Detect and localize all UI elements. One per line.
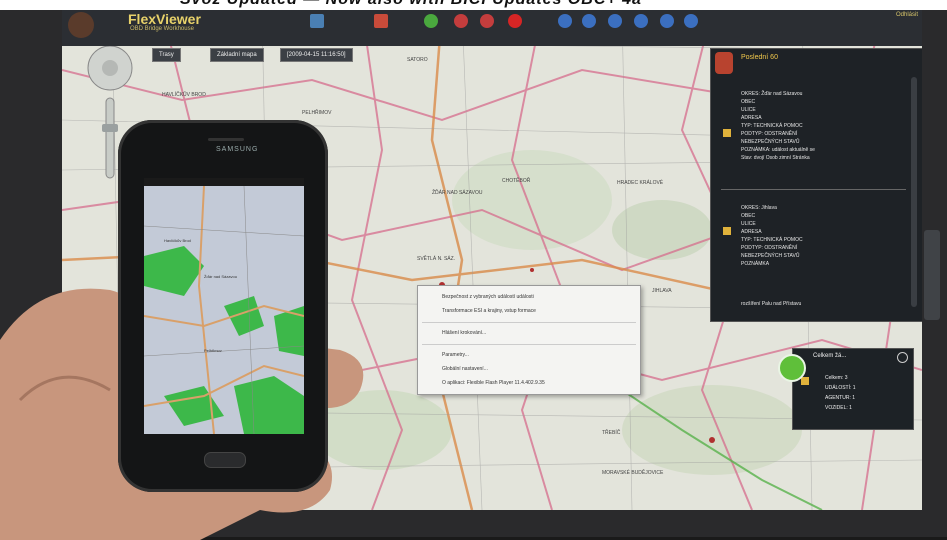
- map-label: SATORO: [407, 57, 428, 63]
- app-subtitle: OBD Bridge Workhouse: [130, 26, 194, 32]
- panel-title: Poslední 60: [741, 54, 778, 61]
- phone-map-label: Pelhřimov: [204, 348, 222, 353]
- download-icon[interactable]: [582, 14, 596, 28]
- settings-icon[interactable]: [608, 14, 622, 28]
- incident-line: POZNÁMKA: [741, 261, 770, 267]
- context-menu-item[interactable]: Hlášení krokování...: [442, 330, 486, 336]
- incident-line: OKRES: Jihlava: [741, 205, 777, 211]
- info-icon[interactable]: [558, 14, 572, 28]
- summary-line: UDÁLOSTÍ: 1: [825, 385, 856, 391]
- phone-map-label: Žďár nad Sázavou: [204, 274, 237, 279]
- menu-separator: [422, 322, 636, 323]
- map-label: SVĚTLÁ N. SÁZ.: [417, 256, 456, 262]
- context-menu-item[interactable]: O aplikaci: Flexible Flash Player 11.4.4…: [442, 380, 545, 386]
- logout-link[interactable]: Odhlásit: [896, 12, 918, 18]
- map-label: CHOTĚBOŘ: [502, 178, 531, 184]
- panel-scrollbar[interactable]: [911, 77, 917, 307]
- incident-line: NEBEZPEČNÝCH STAVŮ: [741, 253, 800, 259]
- incident-marker-icon: [723, 227, 731, 235]
- map-label: JIHLAVA: [652, 288, 672, 294]
- phone-screen: Žďár nad Sázavou Havlíčkův Brod Pelhřimo…: [144, 178, 304, 434]
- panel-footer: rozšíření Palu nad Přístavu: [741, 301, 802, 307]
- incident-line: OBEC: [741, 99, 756, 105]
- incident-line: POZNÁMKA: událost aktuálně se: [741, 147, 815, 153]
- phone-map: [144, 186, 304, 434]
- map-label: TŘEBÍČ: [602, 430, 621, 436]
- app-title: FlexViewer: [128, 11, 201, 27]
- incident-line: Stav: dvojí Osob zimní Stránka: [741, 155, 810, 161]
- flag-icon[interactable]: [480, 14, 494, 28]
- summary-box: Celkem žá... Celkem: 3 UDÁLOSTÍ: 1 AGENT…: [792, 348, 914, 430]
- incident-line: TYP: TECHNICKÁ POMOC: [741, 237, 803, 243]
- context-menu-item[interactable]: Transformace ESI a krajiny, vstup formac…: [442, 308, 536, 314]
- top-toolbar: FlexViewer OBD Bridge Workhouse Odhlásit: [62, 10, 922, 46]
- phone-map-label: Havlíčkův Brod: [164, 238, 191, 243]
- expand-icon[interactable]: [684, 14, 698, 28]
- green-status-icon: [778, 354, 806, 382]
- incident-line: ADRESA: [741, 229, 762, 235]
- phone: SAMSUNG Žďár nad Sázavou Havlíčkův Brod …: [118, 120, 328, 492]
- close-icon[interactable]: [634, 14, 648, 28]
- incident-line: PODTYP: ODSTRANĚNÍ: [741, 245, 798, 251]
- help-icon[interactable]: [660, 14, 674, 28]
- side-scroll[interactable]: [924, 230, 940, 320]
- phone-status-bar: [144, 178, 304, 186]
- map-label: HAVLÍČKŮV BROD: [162, 92, 206, 98]
- incident-line: OBEC: [741, 213, 756, 219]
- map-label: PELHŘIMOV: [302, 110, 332, 116]
- incident-line: ULICE: [741, 221, 756, 227]
- close-icon[interactable]: [897, 352, 908, 363]
- incident-line: PODTYP: ODSTRANĚNÍ: [741, 131, 798, 137]
- caption-text: Svoz Updated — Now also with BICI Update…: [180, 0, 642, 9]
- monitor-icon[interactable]: [310, 14, 324, 28]
- phone-home-button[interactable]: [204, 452, 246, 468]
- panel-divider: [721, 189, 906, 190]
- context-menu: Bezpečnost z vybraných událostí události…: [417, 285, 641, 395]
- context-menu-item[interactable]: Bezpečnost z vybraných událostí události: [442, 294, 534, 300]
- phone-brand: SAMSUNG: [216, 146, 259, 153]
- pin-icon[interactable]: [454, 14, 468, 28]
- firefighter-icon: [715, 52, 733, 74]
- map-label: ŽĎÁR NAD SÁZAVOU: [432, 190, 483, 196]
- app-logo: [68, 12, 94, 38]
- incident-panel: Poslední 60 OKRES: Žďár nad Sázavou OBEC…: [710, 48, 922, 322]
- context-menu-item[interactable]: Parametry...: [442, 352, 469, 358]
- stop-icon[interactable]: [508, 14, 522, 28]
- phone-speaker: [208, 138, 244, 141]
- map-label: HRADEC KRÁLOVÉ: [617, 180, 664, 186]
- summary-line: VOZIDEL: 1: [825, 405, 852, 411]
- map-label: MORAVSKÉ BUDĚJOVICE: [602, 470, 664, 476]
- context-menu-item[interactable]: Globální nastavení...: [442, 366, 488, 372]
- incident-line: ADRESA: [741, 115, 762, 121]
- summary-line: AGENTUR: 1: [825, 395, 856, 401]
- button-basemap[interactable]: Základní mapa: [210, 48, 264, 62]
- incident-marker-icon: [723, 129, 731, 137]
- incident-line: OKRES: Žďár nad Sázavou: [741, 91, 803, 97]
- menu-separator: [422, 344, 636, 345]
- timestamp-label: [2009-04-15 11:16:50]: [280, 48, 353, 62]
- layer-icon[interactable]: [374, 14, 388, 28]
- summary-title: Celkem žá...: [813, 353, 847, 359]
- incident-line: NEBEZPEČNÝCH STAVŮ: [741, 139, 800, 145]
- summary-marker-icon: [801, 377, 809, 385]
- caption-strip: Svoz Updated — Now also with BICI Update…: [0, 0, 947, 10]
- incident-line: TYP: TECHNICKÁ POMOC: [741, 123, 803, 129]
- incident-line: ULICE: [741, 107, 756, 113]
- summary-line: Celkem: 3: [825, 375, 848, 381]
- green-circle-icon[interactable]: [424, 14, 438, 28]
- button-trasy[interactable]: Trasy: [152, 48, 181, 62]
